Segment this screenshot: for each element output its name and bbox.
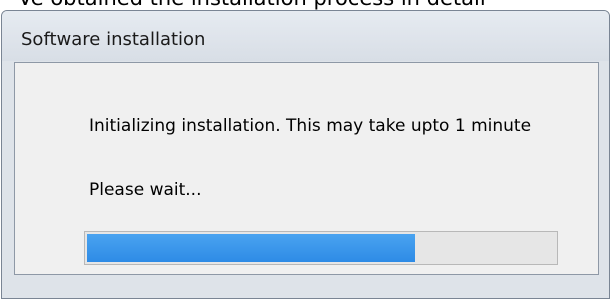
dialog-content: Initializing installation. This may take… [14,62,599,275]
dialog-title: Software installation [21,29,206,50]
title-bar[interactable]: Software installation [2,11,609,61]
progress-bar-fill [87,234,415,262]
initializing-message: Initializing installation. This may take… [89,116,532,136]
screen: Ve obtained the installation process in … [0,0,613,299]
progress-bar [84,231,558,265]
installation-dialog: Software installation Initializing insta… [1,10,610,299]
please-wait-text: Please wait... [89,180,202,200]
background-document-text: Ve obtained the installation process in … [18,0,486,10]
